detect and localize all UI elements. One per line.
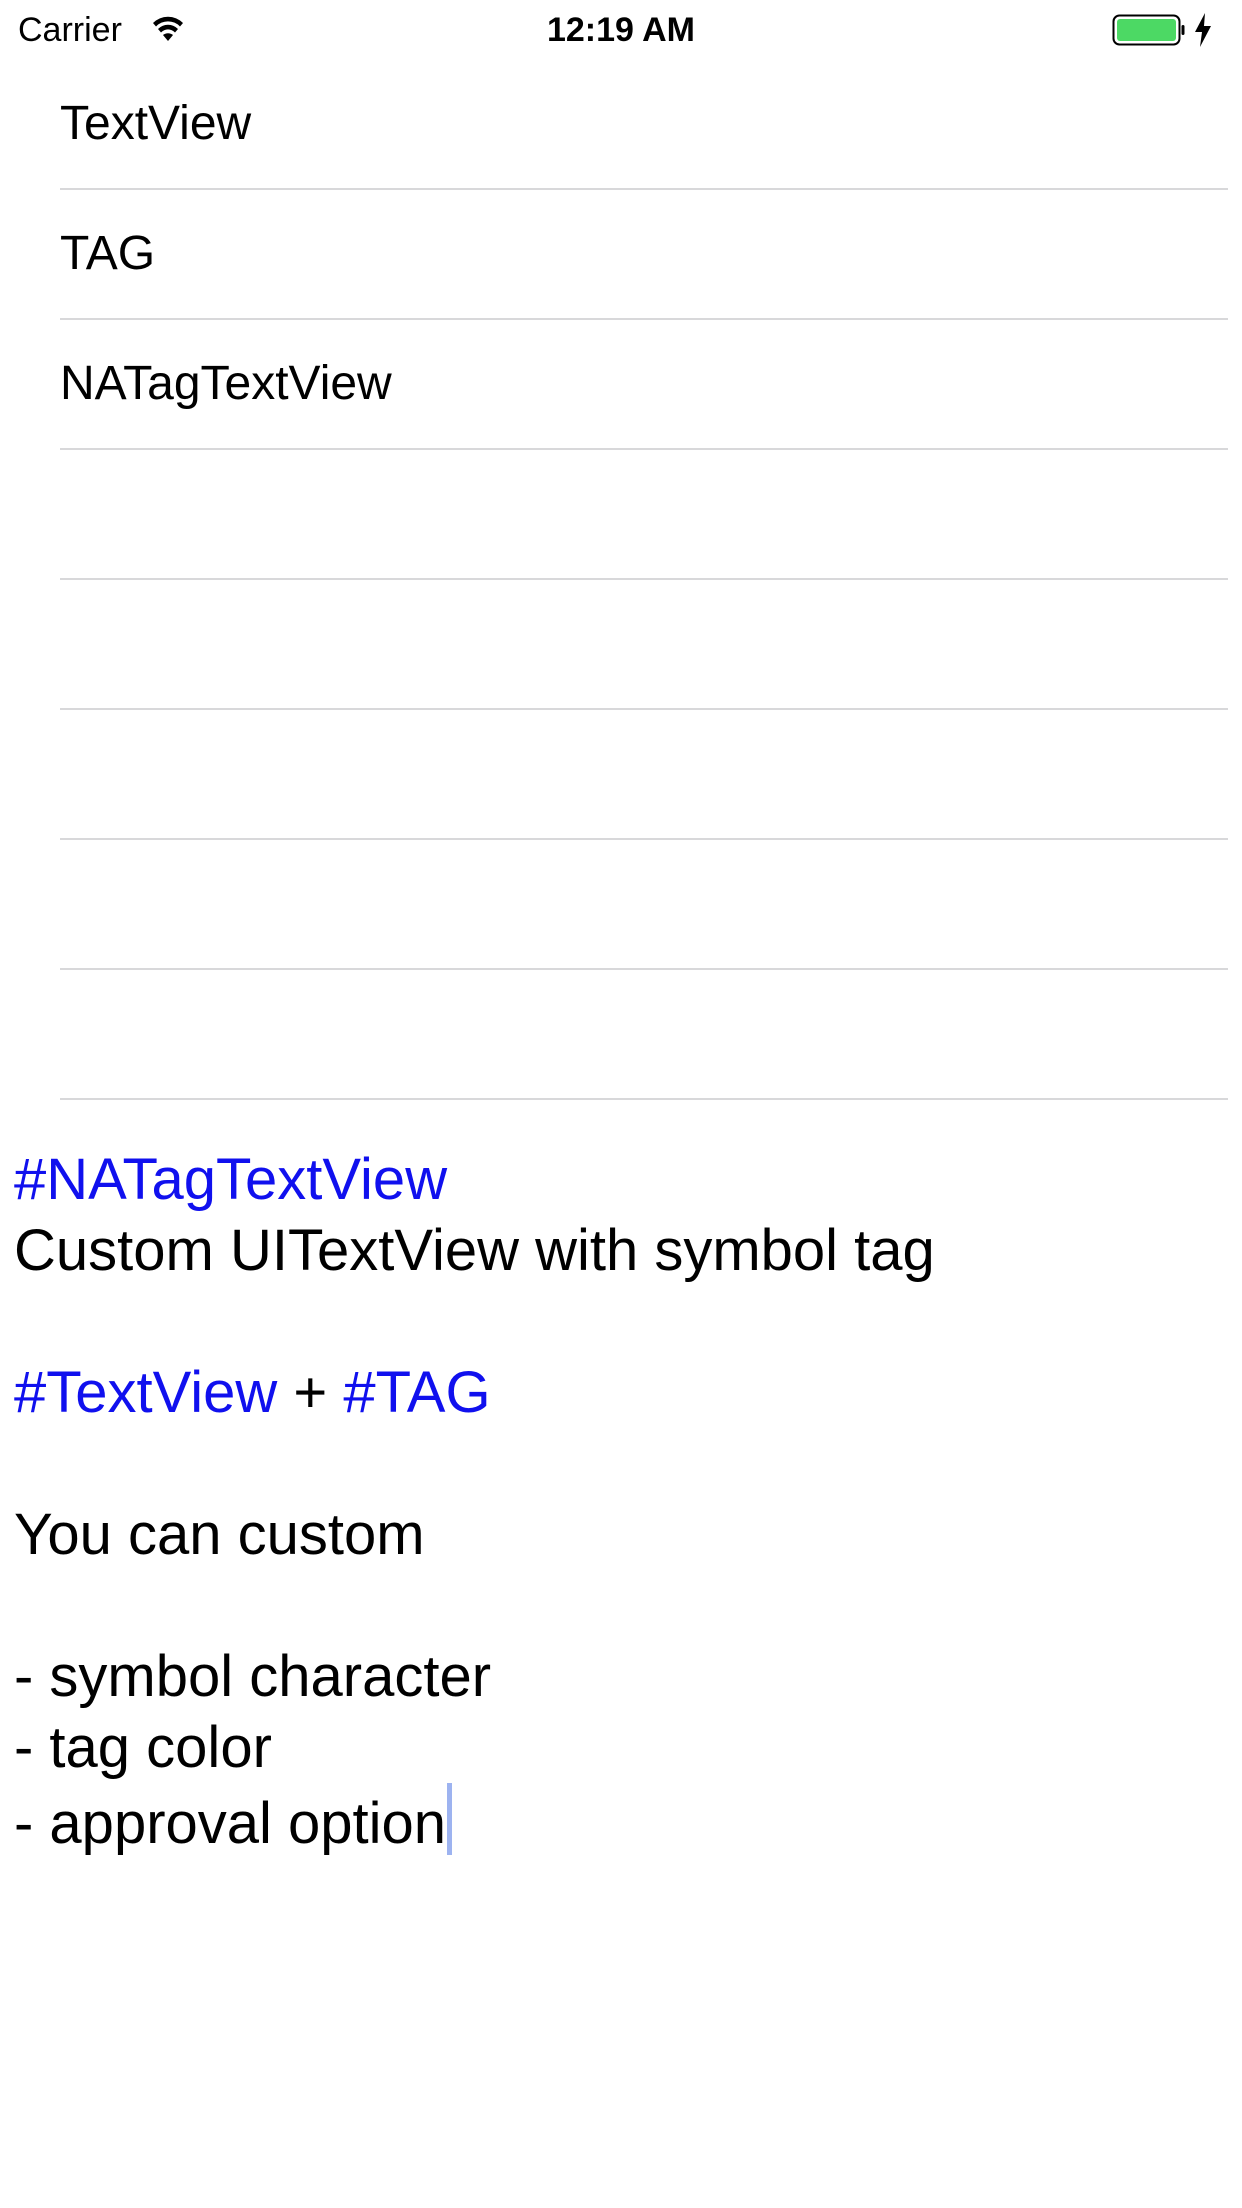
table-row-label: TextView	[60, 97, 252, 150]
text-line: - tag color	[14, 1715, 272, 1780]
text-line: #NATagTextView	[14, 1144, 1228, 1215]
text-line: Custom UITextView with symbol tag	[14, 1218, 935, 1283]
text-cursor	[447, 1783, 453, 1855]
table-row[interactable]: TextView	[0, 60, 1242, 190]
battery-icon	[1112, 14, 1185, 46]
text-line: #TextView + #TAG	[14, 1357, 1228, 1428]
table-row-label: NATagTextView	[60, 357, 392, 410]
charging-bolt-icon	[1195, 13, 1211, 47]
plus-text: +	[277, 1360, 344, 1425]
text-line: You can custom	[14, 1502, 425, 1567]
table-row[interactable]	[0, 450, 1242, 580]
table-row[interactable]	[0, 710, 1242, 840]
tag-text-view[interactable]: #NATagTextView Custom UITextView with sy…	[14, 1144, 1228, 1856]
table-row[interactable]	[0, 970, 1242, 1100]
clock: 12:19 AM	[546, 11, 696, 49]
hashtag[interactable]: #TextView	[14, 1360, 277, 1425]
table-row[interactable]: TAG	[0, 190, 1242, 320]
last-line-text: - approval option	[14, 1791, 447, 1856]
hashtag[interactable]: #TAG	[343, 1360, 490, 1425]
text-line: - symbol character	[14, 1644, 492, 1709]
table-row-label: TAG	[60, 227, 156, 280]
table-row[interactable]	[0, 840, 1242, 970]
hashtag[interactable]: #NATagTextView	[14, 1147, 447, 1212]
table-view[interactable]: TextView TAG NATagTextView	[0, 60, 1242, 1100]
text-line: - approval option	[14, 1783, 1228, 1856]
status-bar: Carrier 12:19 AM	[0, 0, 1242, 60]
table-row[interactable]	[0, 580, 1242, 710]
table-row[interactable]: NATagTextView	[0, 320, 1242, 450]
